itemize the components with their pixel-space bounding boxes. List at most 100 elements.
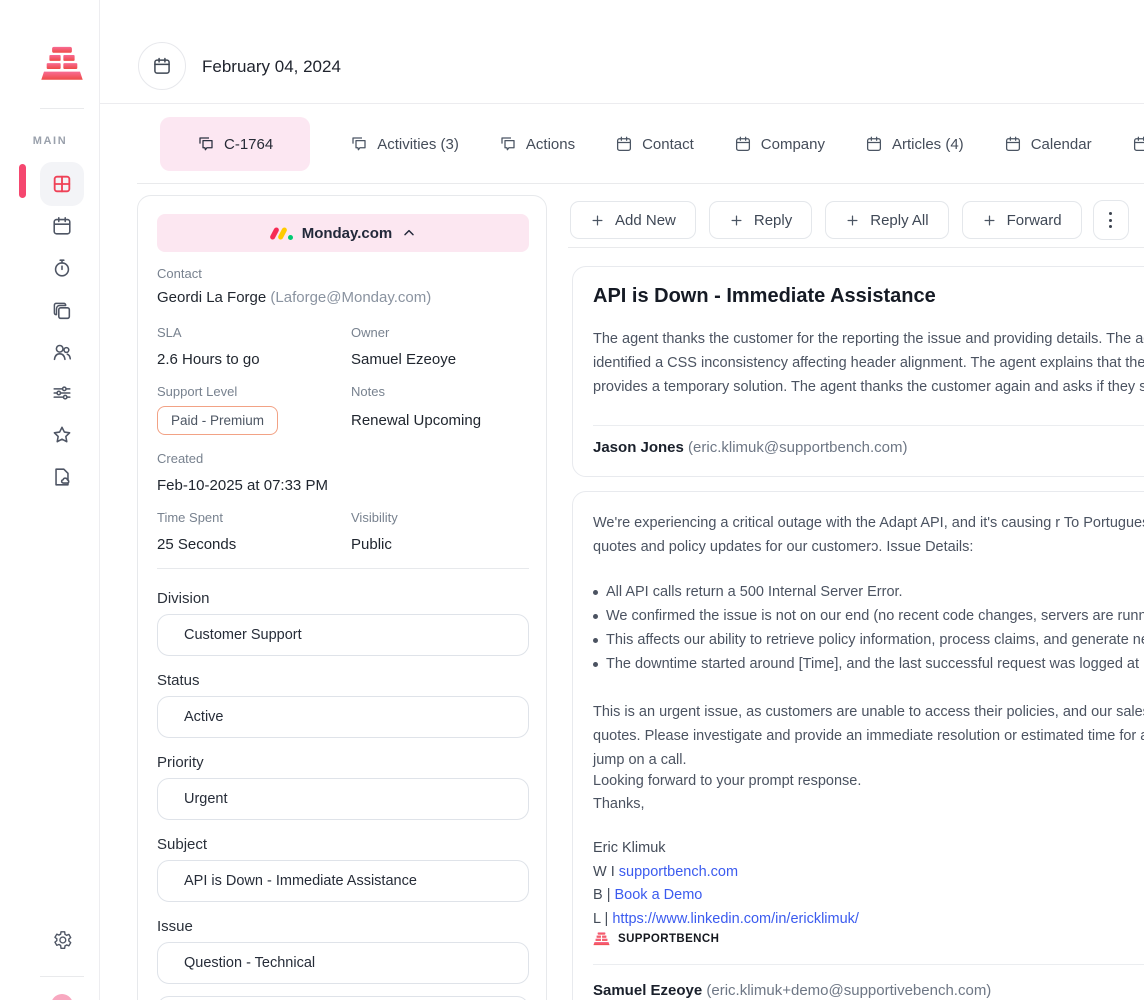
stopwatch-icon: [51, 257, 73, 279]
add-new-button[interactable]: Add New: [570, 201, 696, 239]
tab-actions[interactable]: Actions: [499, 135, 575, 153]
gear-icon: [51, 929, 73, 951]
calendar-icon: [1132, 135, 1144, 153]
tab-calendar[interactable]: Calendar: [1004, 135, 1092, 153]
notes-value: Renewal Upcoming: [351, 412, 481, 429]
sidebar-item-filters[interactable]: [51, 382, 73, 404]
sidebar-item-dashboard[interactable]: [40, 162, 84, 206]
supportbench-logo: [40, 46, 84, 82]
sidebar-item-cases[interactable]: [51, 300, 73, 322]
divider: [40, 976, 84, 977]
more-options-button[interactable]: [1093, 200, 1129, 240]
tab-bar: C-1764 Activities (3) Actions Contact Co…: [137, 112, 1144, 176]
email-signature: Eric Klimuk W I supportbench.com B | Boo…: [593, 837, 859, 931]
contact-value: Geordi La Forge (Laforge@Monday.com): [157, 289, 431, 306]
monday-logo-icon: [269, 226, 293, 241]
division-select[interactable]: Customer Support: [157, 614, 529, 656]
tab-contact[interactable]: Contact: [615, 135, 694, 153]
signature-demo: B | Book a Demo: [593, 884, 859, 908]
chat-icon: [499, 135, 517, 153]
calendar-icon: [734, 135, 752, 153]
signature-name: Eric Klimuk: [593, 837, 859, 861]
grid-icon: [51, 173, 73, 195]
created-value: Feb-10-2025 at 07:33 PM: [157, 477, 328, 494]
divider: [568, 247, 1144, 248]
ticket-details-panel: Monday.com Contact Geordi La Forge (Lafo…: [137, 195, 547, 1000]
chat-icon: [197, 135, 215, 153]
tab-activities[interactable]: Activities (3): [350, 135, 459, 153]
sidebar-section-label: MAIN: [0, 135, 100, 147]
active-nav-indicator: [19, 164, 26, 198]
divider: [40, 108, 84, 109]
chevron-up-icon: [401, 225, 417, 241]
status-select[interactable]: Active: [157, 696, 529, 738]
issue-select[interactable]: Question - Technical: [157, 942, 529, 984]
divider: [593, 964, 1144, 965]
plus-icon: [845, 213, 860, 228]
email-message-card: We're experiencing a critical outage wit…: [572, 491, 1144, 1000]
plus-icon: [982, 213, 997, 228]
ticket-title: API is Down - Immediate Assistance: [593, 285, 936, 308]
message-urgency: This is an urgent issue, as customers ar…: [593, 700, 1144, 772]
owner-label: Owner: [351, 325, 389, 340]
priority-select[interactable]: Urgent: [157, 778, 529, 820]
support-level-badge: Paid - Premium: [157, 406, 278, 435]
linkedin-link[interactable]: https://www.linkedin.com/in/ericklimuk/: [612, 911, 859, 927]
tab-company[interactable]: Company: [734, 135, 825, 153]
forward-button[interactable]: Forward: [962, 201, 1082, 239]
file-cloud-icon: [51, 466, 73, 488]
tab-discussions[interactable]: Discussions: [1132, 135, 1144, 153]
divider: [157, 568, 529, 569]
reply-all-button[interactable]: Reply All: [825, 201, 948, 239]
ticket-summary-card: API is Down - Immediate Assistance The a…: [572, 266, 1144, 477]
sidebar-item-reports[interactable]: [51, 466, 73, 488]
sidebar-item-customers[interactable]: [51, 341, 73, 363]
ticket-summary: The agent thanks the customer for the re…: [593, 327, 1144, 399]
avatar[interactable]: [51, 994, 73, 1000]
signature-website: W I supportbench.com: [593, 861, 859, 885]
list-item: This affects our ability to retrieve pol…: [573, 628, 1144, 652]
sidebar-item-settings[interactable]: [51, 929, 73, 951]
signature-brand: SUPPORTBENCH: [593, 932, 719, 946]
sidebar-item-favorites[interactable]: [51, 424, 73, 446]
support-level-label: Support Level: [157, 384, 237, 399]
star-icon: [51, 424, 73, 446]
date-picker-button[interactable]: [138, 42, 186, 90]
divider: [593, 425, 1144, 426]
issue-label: Issue: [157, 918, 193, 935]
plus-icon: [590, 213, 605, 228]
tab-articles[interactable]: Articles (4): [865, 135, 964, 153]
copy-icon: [51, 300, 73, 322]
book-demo-link[interactable]: Book a Demo: [615, 887, 703, 903]
signature-linkedin: L | https://www.linkedin.com/in/ericklim…: [593, 908, 859, 932]
sidebar: MAIN: [0, 0, 100, 1000]
current-date: February 04, 2024: [202, 57, 341, 77]
calendar-icon: [51, 215, 73, 237]
tab-case-number[interactable]: C-1764: [160, 117, 310, 171]
priority-label: Priority: [157, 754, 204, 771]
sla-label: SLA: [157, 325, 182, 340]
message-closing: Looking forward to your prompt response.: [593, 769, 861, 793]
sidebar-item-calendar[interactable]: [51, 215, 73, 237]
divider: [137, 183, 1144, 184]
website-link[interactable]: supportbench.com: [619, 864, 738, 880]
time-spent-value: 25 Seconds: [157, 536, 236, 553]
header: February 04, 2024: [100, 0, 1144, 104]
created-label: Created: [157, 451, 203, 466]
reply-button[interactable]: Reply: [709, 201, 812, 239]
sla-value: 2.6 Hours to go: [157, 351, 260, 368]
calendar-icon: [152, 56, 172, 76]
sidebar-item-timers[interactable]: [51, 257, 73, 279]
supportbench-logo-small: [593, 932, 610, 946]
next-field-input[interactable]: [157, 996, 529, 1000]
calendar-icon: [865, 135, 883, 153]
message-author: Samuel Ezeoye (eric.klimuk+demo@supporti…: [593, 982, 991, 999]
issue-details-list: All API calls return a 500 Internal Serv…: [573, 580, 1144, 676]
list-item: We confirmed the issue is not on our end…: [573, 604, 1144, 628]
subject-input[interactable]: API is Down - Immediate Assistance: [157, 860, 529, 902]
list-item: All API calls return a 500 Internal Serv…: [573, 580, 1144, 604]
notes-label: Notes: [351, 384, 385, 399]
status-label: Status: [157, 672, 200, 689]
company-selector[interactable]: Monday.com: [157, 214, 529, 252]
users-icon: [51, 341, 73, 363]
